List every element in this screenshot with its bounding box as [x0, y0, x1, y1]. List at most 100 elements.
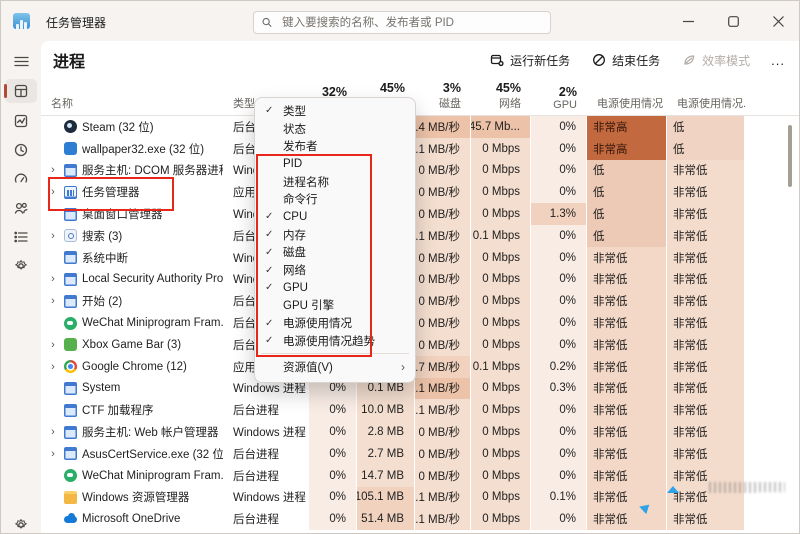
- memory-cell: 105.1 MB: [357, 486, 415, 509]
- table-row[interactable]: wallpaper32.exe (32 位)后台进程0.1 MB/秒0 Mbps…: [41, 137, 799, 160]
- table-row[interactable]: › AsusCertService.exe (32 位) 后台进程 0% 2.7 MB 0…: [41, 442, 799, 465]
- end-task-label: 结束任务: [612, 53, 661, 68]
- table-row[interactable]: › 服务主机: Web 帐户管理器 Windows 进程 0% 2.8 MB 0 MB/秒…: [41, 421, 799, 443]
- expand-chevron-icon[interactable]: ›: [47, 273, 59, 285]
- search-box[interactable]: [253, 11, 551, 34]
- sidebar-item-app-history[interactable]: [5, 138, 37, 162]
- table-row[interactable]: Microsoft OneDrive后台进程0%51.4 MB0.1 MB/秒0…: [41, 508, 799, 531]
- end-task-button[interactable]: 结束任务: [583, 46, 669, 75]
- table-row[interactable]: SystemWindows 进程0%0.1 MB4.1 MB/秒0 Mbps0.…: [41, 377, 799, 400]
- disk-cell: 4.1 MB/秒: [415, 377, 471, 400]
- power-usage-cell: 非常低: [587, 355, 667, 378]
- network-cell: 0 Mbps: [471, 377, 531, 400]
- disk-cell: 0 MB/秒: [415, 159, 471, 182]
- search-input[interactable]: [280, 15, 542, 30]
- power-trend-cell: 非常低: [667, 246, 745, 269]
- close-button[interactable]: [756, 1, 799, 41]
- expand-chevron-icon[interactable]: ›: [47, 164, 59, 176]
- filler-cell: [745, 378, 799, 400]
- efficiency-mode-label: 效率模式: [702, 53, 751, 68]
- disk-cell: 0.1 MB/秒: [415, 224, 471, 247]
- filler-cell: [745, 290, 799, 312]
- menu-item-label: 发布者: [283, 141, 318, 154]
- table-row[interactable]: CTF 加载程序后台进程0%10.0 MB0.1 MB/秒0 Mbps0%非常低…: [41, 399, 799, 422]
- disk-cell: 0.1 MB/秒: [415, 486, 471, 509]
- menu-item[interactable]: 发布者: [255, 137, 415, 155]
- settings-gear-icon[interactable]: [5, 513, 37, 533]
- expand-chevron-icon[interactable]: ›: [47, 295, 59, 307]
- gpu-cell: 0%: [531, 290, 587, 313]
- table-row[interactable]: WeChat Miniprogram Fram...后台进程0 MB/秒0 Mb…: [41, 312, 799, 334]
- disk-cell: 0 MB/秒: [415, 312, 471, 334]
- column-header-disk[interactable]: 3% 磁盘: [415, 79, 471, 115]
- process-name-cell: System: [41, 378, 223, 400]
- process-type-cell: 后台进程: [233, 514, 279, 527]
- power-trend-cell: 非常低: [667, 442, 745, 465]
- hamburger-menu-icon[interactable]: [5, 49, 37, 73]
- gpu-cell: 0%: [531, 312, 587, 334]
- power-trend-cell: 非常低: [667, 333, 745, 356]
- sidebar-item-services[interactable]: [5, 254, 37, 278]
- sidebar-item-performance[interactable]: [5, 109, 37, 133]
- disk-cell: 0 MB/秒: [415, 290, 471, 313]
- run-new-task-button[interactable]: 运行新任务: [481, 46, 579, 75]
- gpu-cell: 0%: [531, 464, 587, 487]
- maximize-button[interactable]: [711, 1, 756, 41]
- network-cell: 45.7 Mb...: [471, 116, 531, 138]
- column-header-power[interactable]: 电源使用情况: [587, 79, 667, 115]
- filler-cell: [745, 443, 799, 465]
- table-row[interactable]: ›搜索 (3)后台进程0.1 MB/秒0.1 Mbps0%低非常低: [41, 224, 799, 247]
- menu-item[interactable]: ✓ 类型: [255, 102, 415, 120]
- table-row[interactable]: 系统中断Windows 进程0 MB/秒0 Mbps0%非常低非常低: [41, 246, 799, 269]
- minimize-button[interactable]: [666, 1, 711, 41]
- win-icon: [64, 251, 77, 265]
- disk-cell: 0.1 MB/秒: [415, 399, 471, 422]
- filler-cell: [745, 312, 799, 334]
- column-header-gpu[interactable]: 2% GPU: [531, 79, 587, 115]
- process-name-cell: › 开始 (2): [41, 290, 223, 312]
- expand-chevron-icon[interactable]: ›: [47, 448, 59, 460]
- process-name-cell: › Local Security Authority Pro...: [41, 269, 223, 291]
- expand-chevron-icon[interactable]: ›: [47, 230, 59, 242]
- more-options-button[interactable]: ...: [763, 49, 793, 72]
- table-row[interactable]: ›Xbox Game Bar (3)后台进程0 MB/秒0 Mbps0%非常低非…: [41, 333, 799, 356]
- table-row[interactable]: WeChat Miniprogram Fram... 后台进程 0% 14.7 MB 0…: [41, 464, 799, 487]
- menu-item-resource-values[interactable]: 资源值(V) ›: [255, 357, 415, 377]
- column-header-name[interactable]: 名称: [41, 79, 223, 115]
- filler-cell: [745, 203, 799, 225]
- process-name-cell: WeChat Miniprogram Fram...: [41, 465, 223, 487]
- sidebar-item-processes[interactable]: [4, 79, 37, 103]
- expand-chevron-icon[interactable]: ›: [47, 361, 59, 373]
- table-row[interactable]: ›Google Chrome (12)应用0.7 MB/秒0.1 Mbps0.2…: [41, 355, 799, 378]
- sidebar-item-details[interactable]: [5, 225, 37, 249]
- process-name-label: 开始 (2): [82, 296, 123, 309]
- table-row[interactable]: ›开始 (2)后台进程0 MB/秒0 Mbps0%非常低非常低: [41, 290, 799, 313]
- gpu-cell: 0%: [531, 268, 587, 291]
- power-usage-cell: 低: [587, 159, 667, 182]
- efficiency-mode-button[interactable]: 效率模式: [673, 46, 759, 75]
- power-usage-cell: 非常低: [587, 442, 667, 465]
- table-row[interactable]: Windows 资源管理器 Windows 进程0%105.1 MB0.1 MB/…: [41, 486, 799, 509]
- network-cell: 0 Mbps: [471, 203, 531, 225]
- sidebar-item-startup-apps[interactable]: [5, 167, 37, 191]
- gpu-cell: 0%: [531, 116, 587, 138]
- table-row[interactable]: Steam (32 位)后台进程3.4 MB/秒45.7 Mb...0%非常高低: [41, 116, 799, 138]
- power-trend-cell: 非常低: [667, 508, 745, 531]
- process-type-cell: 后台进程: [233, 448, 279, 461]
- process-name-cell: › Google Chrome (12): [41, 356, 223, 378]
- disk-cell: 0.7 MB/秒: [415, 355, 471, 378]
- expand-chevron-icon[interactable]: ›: [47, 426, 59, 438]
- table-row[interactable]: ›Local Security Authority Pro...Windows …: [41, 268, 799, 291]
- expand-chevron-icon[interactable]: ›: [47, 339, 59, 351]
- column-header-power-trend[interactable]: 电源使用情况...: [667, 79, 745, 115]
- sidebar-item-users[interactable]: [5, 196, 37, 220]
- menu-item[interactable]: 状态: [255, 120, 415, 138]
- vertical-scrollbar[interactable]: [788, 125, 792, 187]
- disk-cell: 0 MB/秒: [415, 442, 471, 465]
- process-name-label: WeChat Miniprogram Fram...: [82, 317, 223, 330]
- win-icon: [64, 381, 77, 395]
- process-name-cell: WeChat Miniprogram Fram...: [41, 312, 223, 334]
- gpu-cell: 0%: [531, 224, 587, 247]
- process-name-cell: wallpaper32.exe (32 位): [41, 138, 223, 160]
- column-header-network[interactable]: 45% 网络: [471, 79, 531, 115]
